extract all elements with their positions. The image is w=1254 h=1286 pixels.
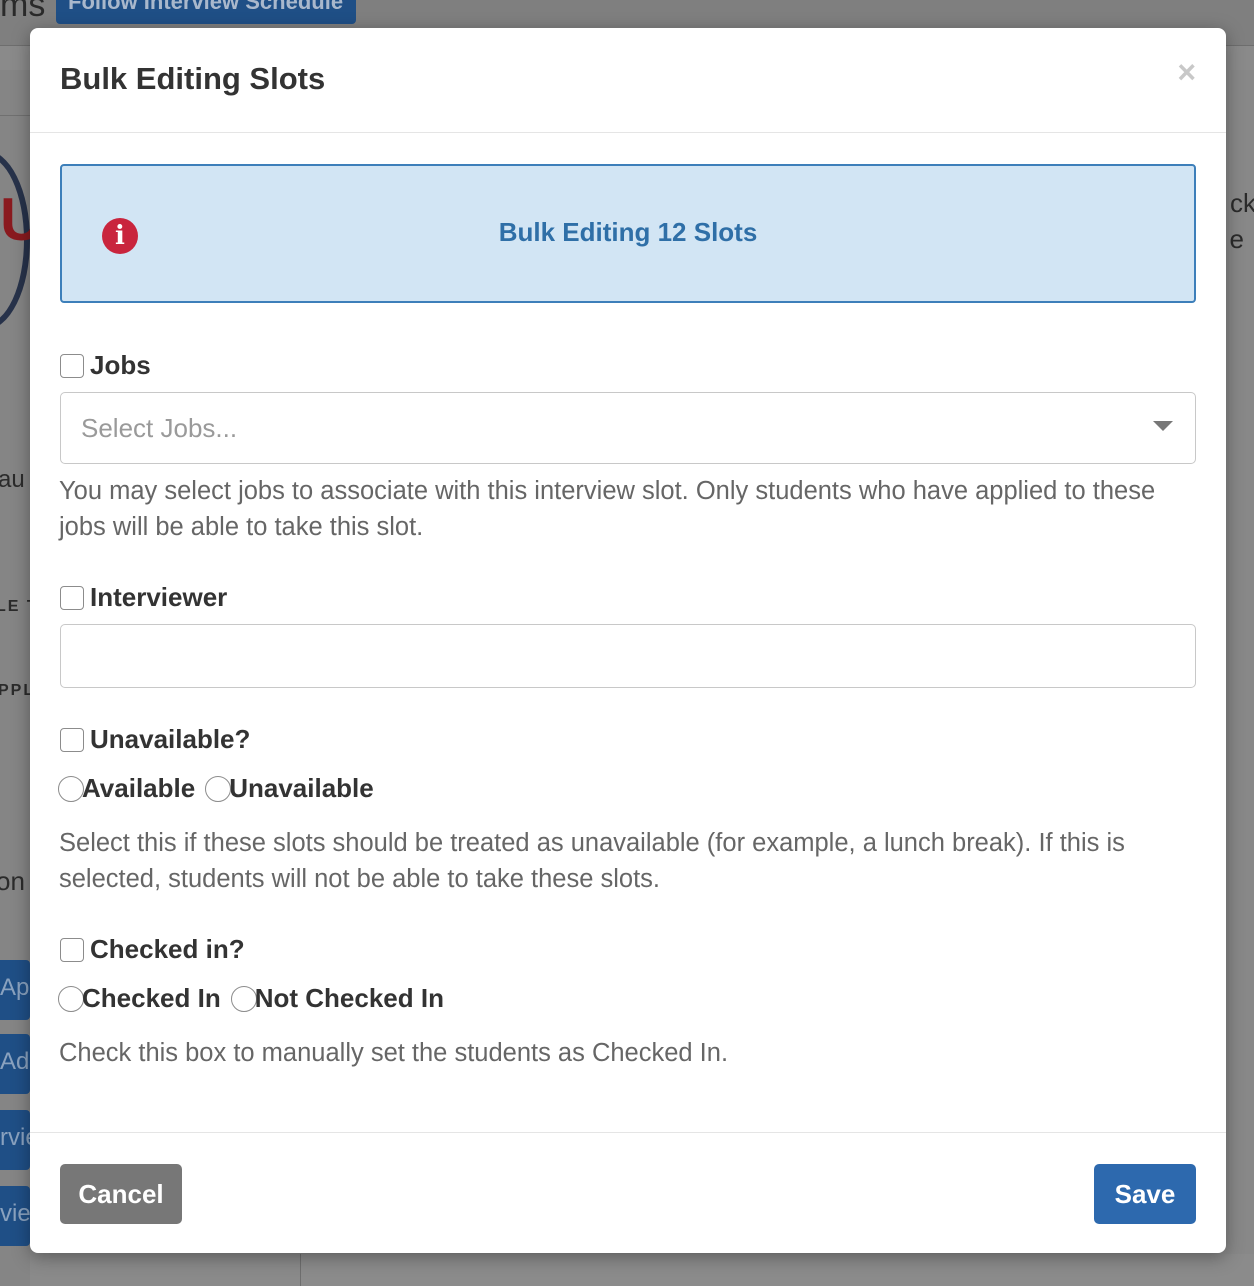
jobs-select[interactable]: Select Jobs... <box>60 392 1196 464</box>
background-left-button: rvie <box>0 1110 30 1170</box>
jobs-checkbox-row[interactable]: Jobs <box>60 350 151 381</box>
bulk-edit-modal: Bulk Editing Slots × i Bulk Editing 12 S… <box>30 28 1226 1253</box>
cancel-button[interactable]: Cancel <box>60 1164 182 1224</box>
not-checked-in-radio[interactable] <box>230 985 257 1012</box>
jobs-select-placeholder: Select Jobs... <box>81 413 238 443</box>
availability-radio-group: Available Unavailable <box>58 773 384 804</box>
checked-in-label: Checked in? <box>90 934 245 964</box>
checked-in-radio[interactable] <box>58 985 84 1012</box>
interviewer-input[interactable] <box>60 624 1196 688</box>
background-left-button: vie <box>0 1186 30 1246</box>
available-radio[interactable] <box>58 775 84 802</box>
background-right-text: e <box>1229 224 1244 254</box>
modal-title: Bulk Editing Slots <box>60 61 326 96</box>
background-left-text: au <box>0 466 25 493</box>
interviewer-checkbox[interactable] <box>60 585 84 610</box>
jobs-help-text: You may select jobs to associate with th… <box>59 477 1156 541</box>
background-left-text: on <box>0 866 25 896</box>
interviewer-label: Interviewer <box>90 582 228 612</box>
jobs-checkbox[interactable] <box>60 353 84 378</box>
save-button[interactable]: Save <box>1094 1164 1196 1224</box>
modal-footer: Cancel Save <box>30 1132 1226 1253</box>
unavailable-help-text: Select this if these slots should be tre… <box>59 829 1125 893</box>
interviewer-checkbox-row[interactable]: Interviewer <box>60 582 227 613</box>
checked-in-radio-label[interactable]: Checked In <box>82 983 221 1014</box>
close-icon[interactable]: × <box>1177 56 1196 88</box>
caret-down-icon <box>1153 421 1173 431</box>
background-title: ms <box>0 0 46 24</box>
checked-in-radio-group: Checked In Not Checked In <box>58 983 454 1014</box>
background-right-text: ck <box>1230 188 1254 218</box>
background-bottom-row <box>300 1254 1254 1286</box>
unavailable-checkbox[interactable] <box>60 727 84 752</box>
checked-in-checkbox[interactable] <box>60 937 84 962</box>
background-divider <box>0 115 30 116</box>
follow-interview-schedule-button: Follow Interview Schedule <box>56 0 356 24</box>
jobs-label: Jobs <box>90 350 151 380</box>
background-left-button: Ap <box>0 960 30 1020</box>
not-checked-in-radio-label[interactable]: Not Checked In <box>255 983 444 1014</box>
available-radio-label[interactable]: Available <box>82 773 195 804</box>
unavailable-radio-label[interactable]: Unavailable <box>229 773 374 804</box>
modal-header: Bulk Editing Slots × <box>30 28 1226 133</box>
info-alert: i Bulk Editing 12 Slots <box>60 164 1196 303</box>
unavailable-checkbox-row[interactable]: Unavailable? <box>60 724 250 755</box>
background-left-button: Ad <box>0 1034 30 1094</box>
unavailable-label: Unavailable? <box>90 724 251 754</box>
checked-in-checkbox-row[interactable]: Checked in? <box>60 934 245 965</box>
checked-in-help-text: Check this box to manually set the stude… <box>59 1039 729 1067</box>
alert-text: Bulk Editing 12 Slots <box>498 217 758 247</box>
unavailable-radio[interactable] <box>205 775 232 802</box>
